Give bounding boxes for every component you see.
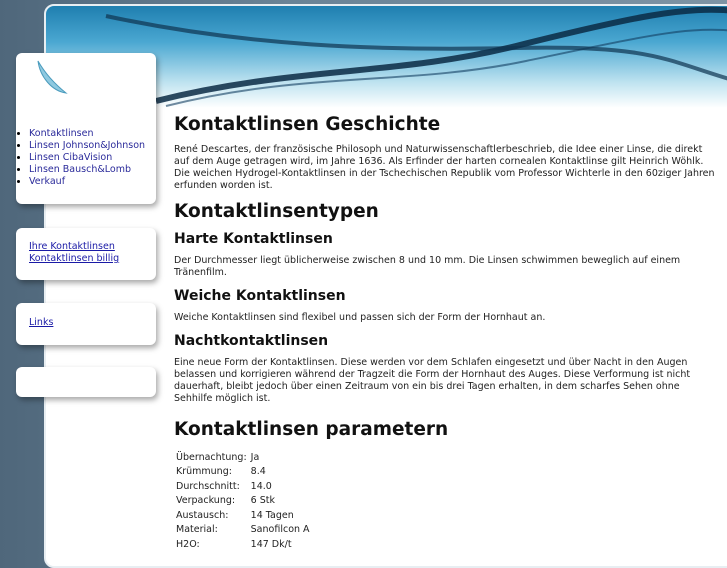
param-value: 14.0 [250,480,272,492]
links-box-2: Links [16,303,156,345]
param-label: Material: [176,524,218,536]
table-row: Krümmung: 8.4 [174,465,312,480]
table-row: Verpackung: 6 Stk [174,494,312,509]
param-value: Ja [250,451,260,463]
link-ihre-kontaktlinsen[interactable]: Ihre Kontaktlinsen [29,241,156,253]
param-label: Übernachtung: [176,451,247,463]
contact-lens-logo-icon [37,60,68,94]
nav-item-verkauf[interactable]: Verkauf [29,176,145,188]
hard-text: Der Durchmesser liegt üblicherweise zwis… [174,255,681,278]
table-row: Austausch: 14 Tagen [174,508,312,523]
table-row: Durchschnitt: 14.0 [174,479,312,494]
param-label: Austausch: [176,509,229,521]
table-row: H2O: 147 Dk/t [174,537,312,552]
history-text: René Descartes, der französische Philoso… [174,144,715,191]
heading-hard: Harte Kontaktlinsen [174,231,333,247]
param-value: 8.4 [250,466,266,478]
heading-night: Nachtkontaktlinsen [174,333,329,349]
param-value: 14 Tagen [250,509,294,521]
param-label: Durchschnitt: [176,480,240,492]
link-links[interactable]: Links [29,317,156,329]
param-label: Krümmung: [176,466,232,478]
param-value: 147 Dk/t [250,538,292,550]
table-row: Übernachtung: Ja [174,450,312,465]
link-kontaktlinsen-billig[interactable]: Kontaktlinsen billig [29,253,156,265]
heading-params: Kontaktlinsen parametern [174,419,449,440]
soft-text: Weiche Kontaktlinsen sind flexibel und p… [174,312,546,323]
table-row: Material: Sanofilcon A [174,523,312,538]
nav-item-cibavision[interactable]: Linsen CibaVision [29,152,145,164]
night-text: Eine neue Form der Kontaktlinsen. Diese … [174,357,691,404]
params-table: Übernachtung: Ja Krümmung: 8.4 Durchschnit… [174,450,312,552]
empty-box [16,367,156,397]
heading-history: Kontaktlinsen Geschichte [174,114,441,135]
nav-item-johnson[interactable]: Linsen Johnson&Johnson [29,140,145,152]
heading-types: Kontaktlinsentypen [174,201,379,222]
nav-item-bausch[interactable]: Linsen Bausch&Lomb [29,164,145,176]
links-box-1: Ihre Kontaktlinsen Kontaktlinsen billig [16,228,156,280]
param-value: 6 Stk [250,495,275,507]
nav-menu: Kontaktlinsen Linsen Johnson&Johnson Lin… [16,128,145,188]
param-label: Verpackung: [176,495,236,507]
main-content: Kontaktlinsen Geschichte René Descartes,… [174,114,719,552]
heading-soft: Weiche Kontaktlinsen [174,288,346,304]
param-value: Sanofilcon A [250,524,310,536]
nav-item-kontaktlinsen[interactable]: Kontaktlinsen [29,128,145,140]
nav-box: Kontaktlinsen Linsen Johnson&Johnson Lin… [16,53,156,204]
param-label: H2O: [176,538,200,550]
